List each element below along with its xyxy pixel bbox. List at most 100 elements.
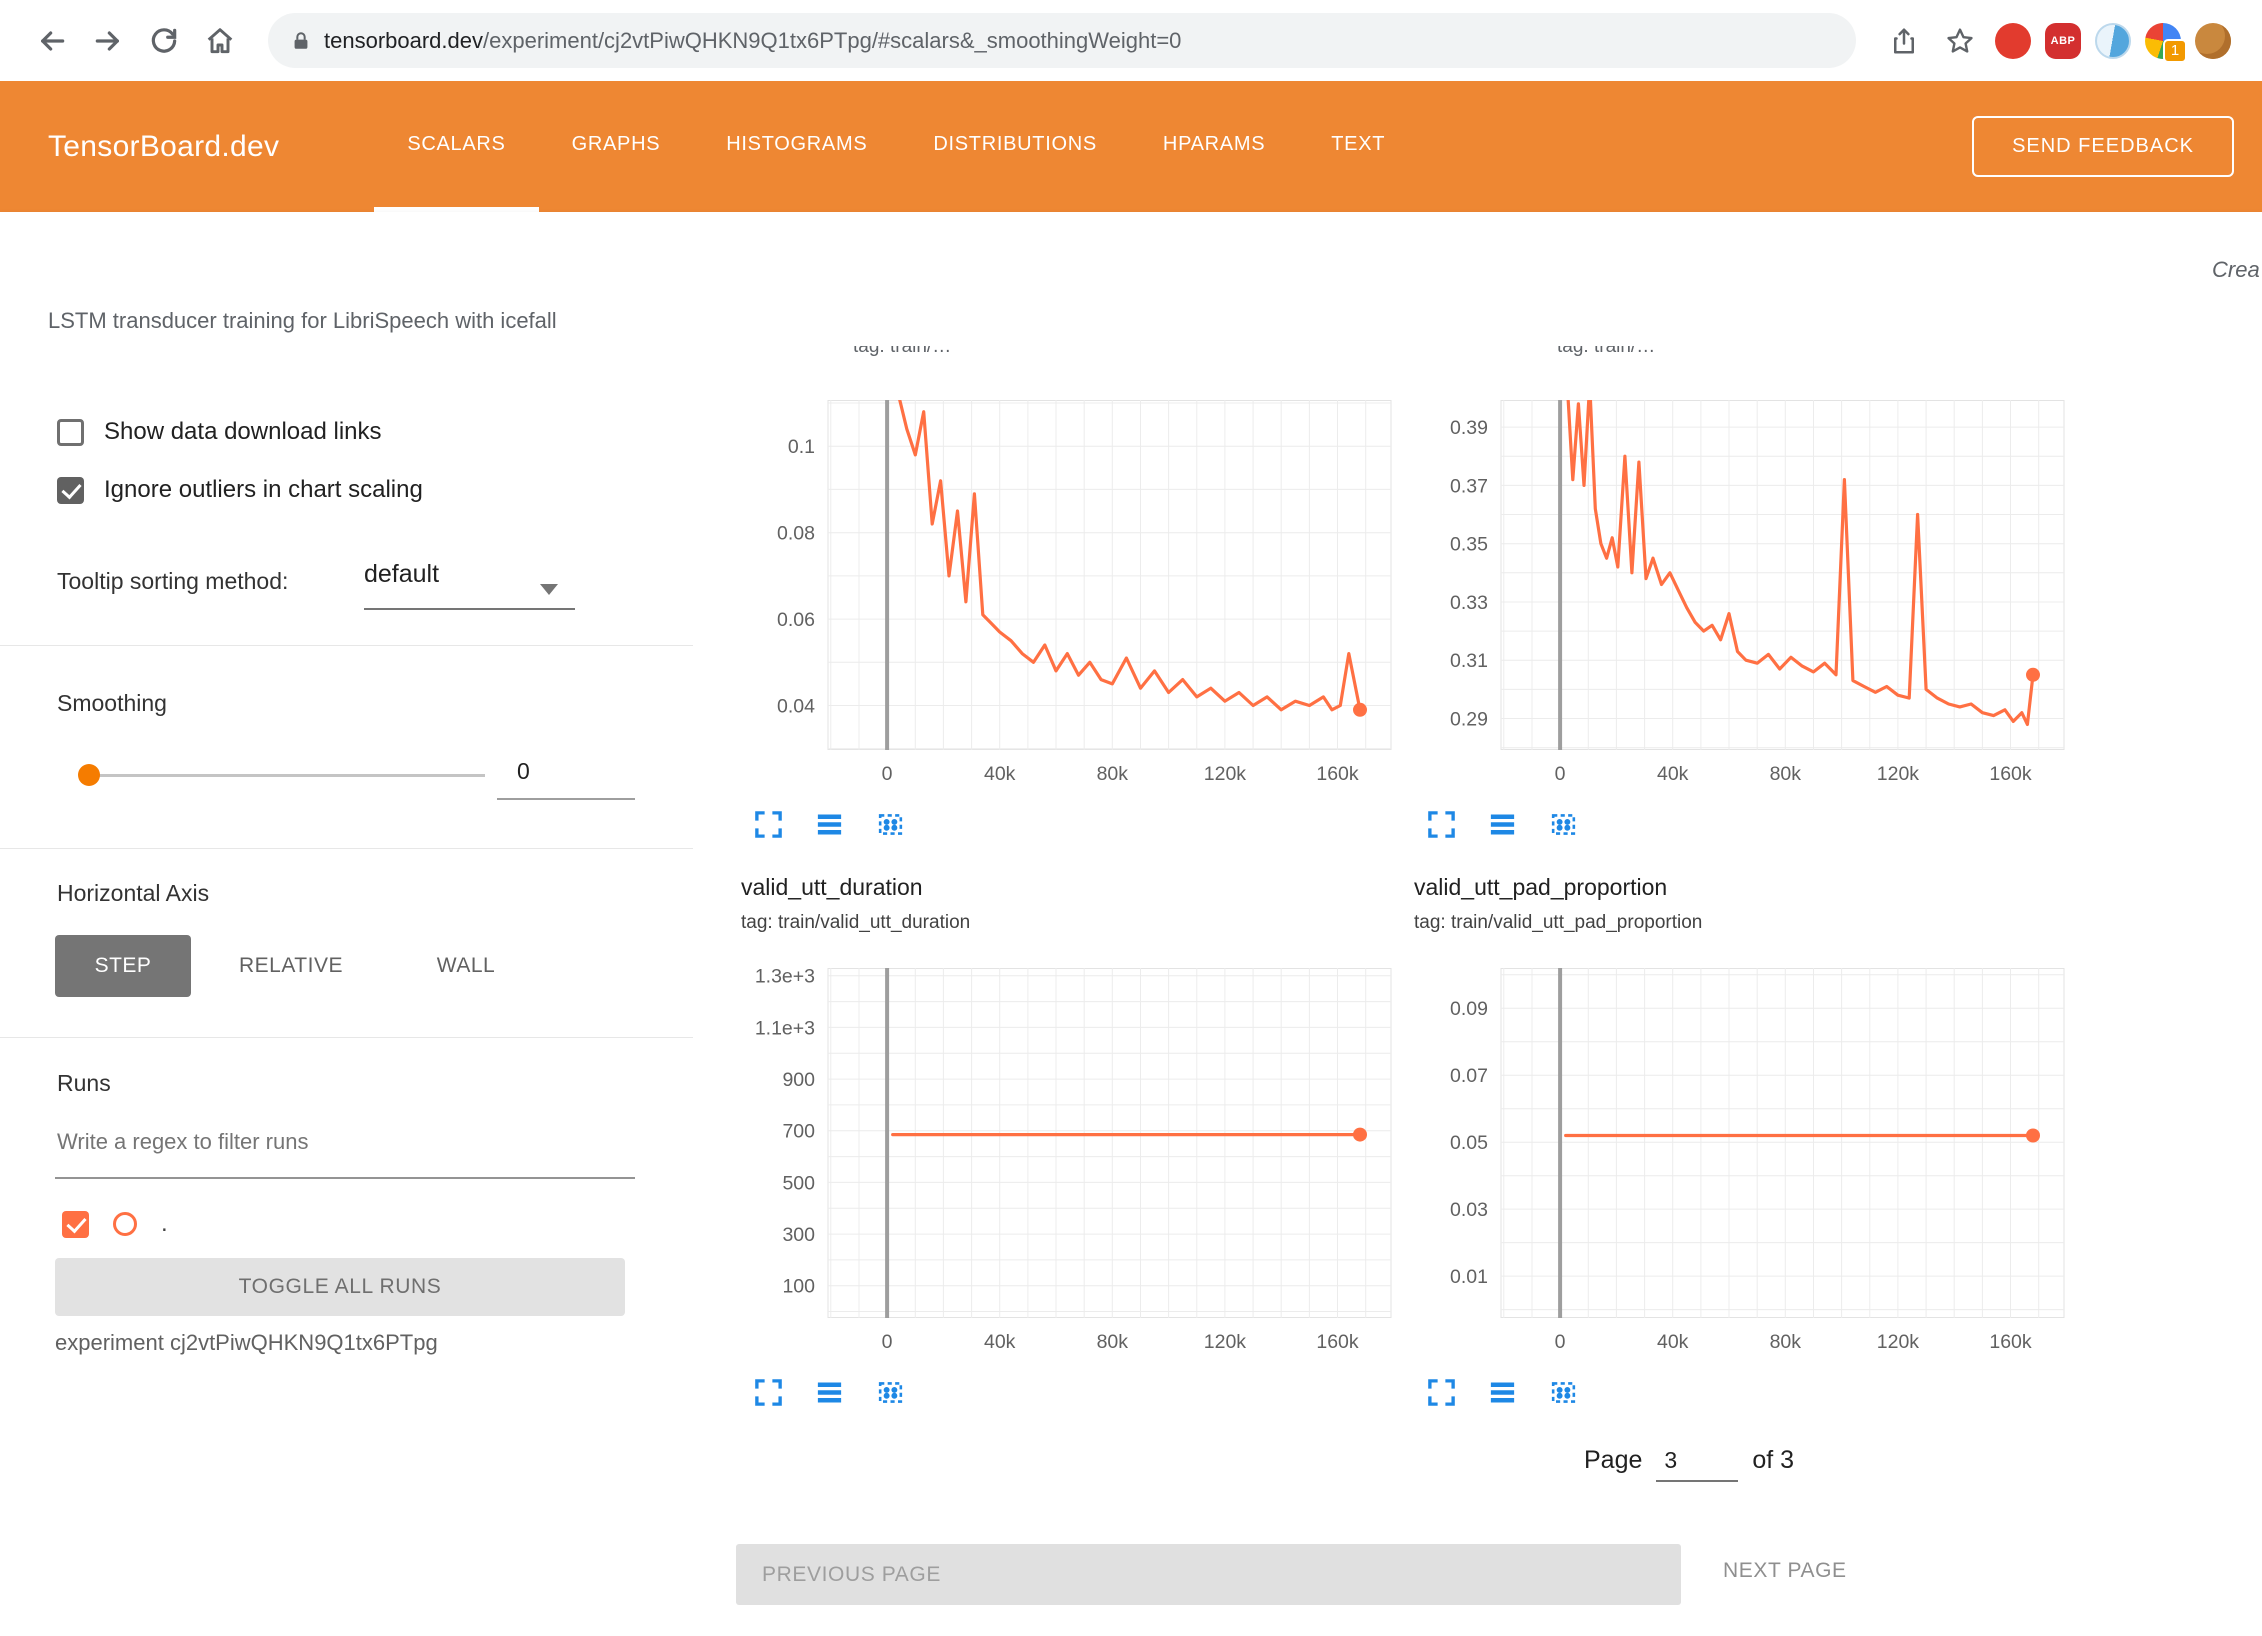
show-download-links-label: Show data download links <box>104 418 382 446</box>
svg-text:80k: 80k <box>1770 763 1802 785</box>
svg-text:120k: 120k <box>1877 763 1920 785</box>
svg-text:0.31: 0.31 <box>1450 650 1488 672</box>
chart-toolbar <box>745 1377 1395 1408</box>
forward-icon[interactable] <box>86 19 130 63</box>
runs-label: Runs <box>57 1070 111 1097</box>
extension-abp-icon[interactable]: ABP <box>2045 23 2081 59</box>
svg-text:40k: 40k <box>984 763 1016 785</box>
extension-pie-icon[interactable]: 1 <box>2145 23 2181 59</box>
expand-icon[interactable] <box>753 1377 784 1408</box>
svg-text:0.37: 0.37 <box>1450 475 1488 497</box>
experiment-title: LSTM transducer training for LibriSpeech… <box>48 308 557 334</box>
run-row[interactable]: . <box>62 1210 168 1238</box>
svg-text:0.1: 0.1 <box>788 436 815 458</box>
next-page-button[interactable]: NEXT PAGE <box>1717 1558 1853 1584</box>
svg-text:0.06: 0.06 <box>777 609 815 631</box>
runs-list-icon[interactable] <box>814 809 845 840</box>
svg-text:0.39: 0.39 <box>1450 417 1488 439</box>
fit-domain-icon[interactable] <box>875 1377 906 1408</box>
share-icon[interactable] <box>1882 19 1926 63</box>
chevron-down-icon[interactable] <box>540 584 558 595</box>
svg-text:0.01: 0.01 <box>1450 1266 1488 1288</box>
svg-text:0.08: 0.08 <box>777 523 815 545</box>
extension-red-icon[interactable] <box>1995 23 2031 59</box>
divider <box>0 645 693 646</box>
page: tensorboard.dev/experiment/cj2vtPiwQHKN9… <box>0 0 2262 1636</box>
show-download-links-checkbox[interactable] <box>57 419 84 446</box>
pagination: Page of 3 <box>1584 1446 1794 1482</box>
send-feedback-button[interactable]: SEND FEEDBACK <box>1972 116 2234 177</box>
ignore-outliers-checkbox[interactable] <box>57 477 84 504</box>
svg-text:0.07: 0.07 <box>1450 1065 1488 1087</box>
axis-relative-button[interactable]: RELATIVE <box>191 935 391 997</box>
axis-step-button[interactable]: STEP <box>55 935 191 997</box>
clipped-right-text: Crea <box>2212 257 2260 283</box>
chart-toolbar <box>1418 1377 2068 1408</box>
tab-hparams[interactable]: HPARAMS <box>1130 81 1298 212</box>
expand-icon[interactable] <box>1426 1377 1457 1408</box>
smoothing-slider-thumb[interactable] <box>78 764 100 786</box>
chart-title: valid_utt_pad_proportion <box>1414 874 1667 901</box>
show-download-links-row[interactable]: Show data download links <box>57 418 382 446</box>
run-name: . <box>161 1210 168 1238</box>
toggle-all-runs-button[interactable]: TOGGLE ALL RUNS <box>55 1258 625 1316</box>
home-icon[interactable] <box>198 19 242 63</box>
runs-filter-input[interactable] <box>55 1128 624 1156</box>
run-color-swatch-icon <box>113 1212 137 1236</box>
tooltip-sorting-select[interactable]: default <box>364 560 439 589</box>
tooltip-sorting-underline <box>364 608 575 610</box>
scalar-chart[interactable]: 0.290.310.330.350.370.39040k80k120k160k <box>1418 400 2068 799</box>
svg-text:500: 500 <box>782 1172 815 1194</box>
fit-domain-icon[interactable] <box>1548 1377 1579 1408</box>
run-checkbox[interactable] <box>62 1211 89 1238</box>
tab-histograms[interactable]: HISTOGRAMS <box>693 81 900 212</box>
bookmark-star-icon[interactable] <box>1938 19 1982 63</box>
runs-list-icon[interactable] <box>1487 1377 1518 1408</box>
tab-text[interactable]: TEXT <box>1298 81 1418 212</box>
svg-text:120k: 120k <box>1877 1331 1920 1353</box>
scalar-chart[interactable]: 1003005007009001.1e+31.3e+3040k80k120k16… <box>745 968 1395 1367</box>
address-bar[interactable]: tensorboard.dev/experiment/cj2vtPiwQHKN9… <box>268 13 1856 68</box>
scalar-chart[interactable]: 0.010.030.050.070.09040k80k120k160k <box>1418 968 2068 1367</box>
previous-page-button[interactable]: PREVIOUS PAGE <box>736 1544 1681 1605</box>
smoothing-value[interactable]: 0 <box>517 758 530 785</box>
svg-text:80k: 80k <box>1097 763 1129 785</box>
runs-list-icon[interactable] <box>1487 809 1518 840</box>
runs-list-icon[interactable] <box>814 1377 845 1408</box>
svg-text:1.3e+3: 1.3e+3 <box>755 968 815 988</box>
smoothing-slider-track[interactable] <box>98 774 485 777</box>
reload-icon[interactable] <box>142 19 186 63</box>
svg-text:160k: 160k <box>1989 763 2032 785</box>
chart-card-bottom-left: 1003005007009001.1e+31.3e+3040k80k120k16… <box>745 968 1395 1408</box>
tab-distributions[interactable]: DISTRIBUTIONS <box>900 81 1130 212</box>
expand-icon[interactable] <box>753 809 784 840</box>
tab-graphs[interactable]: GRAPHS <box>539 81 694 212</box>
svg-text:0: 0 <box>1555 1331 1566 1353</box>
experiment-caption: experiment cj2vtPiwQHKN9Q1tx6PTpg <box>55 1330 438 1356</box>
fit-domain-icon[interactable] <box>1548 809 1579 840</box>
fit-domain-icon[interactable] <box>875 809 906 840</box>
scalar-chart[interactable]: 0.040.060.080.1040k80k120k160k <box>745 400 1395 799</box>
tab-scalars[interactable]: SCALARS <box>374 81 538 212</box>
svg-text:80k: 80k <box>1097 1331 1129 1353</box>
url-text: tensorboard.dev/experiment/cj2vtPiwQHKN9… <box>324 28 1181 54</box>
back-icon[interactable] <box>30 19 74 63</box>
app-logo: TensorBoard.dev <box>48 130 279 164</box>
page-of-label: of 3 <box>1752 1446 1794 1475</box>
clipped-chart-tag: tag: train/… <box>1557 346 1977 360</box>
svg-text:0.04: 0.04 <box>777 696 815 718</box>
subheader: Crea LSTM transducer training for LibriS… <box>0 212 2262 346</box>
divider <box>0 1037 693 1038</box>
page-number-input[interactable] <box>1656 1447 1738 1482</box>
svg-text:0.33: 0.33 <box>1450 592 1488 614</box>
axis-wall-button[interactable]: WALL <box>391 935 541 997</box>
cookie-icon[interactable] <box>2195 23 2231 59</box>
expand-icon[interactable] <box>1426 809 1457 840</box>
ignore-outliers-row[interactable]: Ignore outliers in chart scaling <box>57 476 423 504</box>
extension-blue-icon[interactable] <box>2095 23 2131 59</box>
svg-text:0: 0 <box>882 763 893 785</box>
chart-toolbar <box>1418 809 2068 840</box>
page-label: Page <box>1584 1446 1642 1475</box>
chart-card-bottom-right: 0.010.030.050.070.09040k80k120k160k <box>1418 968 2068 1408</box>
chart-tag: tag: train/valid_utt_duration <box>741 912 970 934</box>
